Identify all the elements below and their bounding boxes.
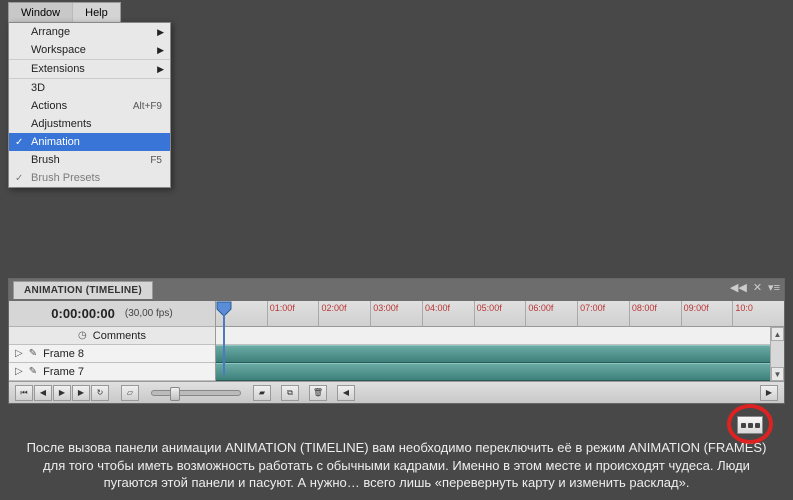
expand-icon[interactable]: ▷ xyxy=(15,366,23,377)
fps-label: (30,00 fps) xyxy=(125,308,173,319)
timeline-ruler[interactable]: 01:00f 02:00f 03:00f 04:00f 05:00f 06:00… xyxy=(216,301,784,327)
stopwatch-icon: ◷ xyxy=(78,330,87,341)
chevron-right-icon: ▶ xyxy=(157,27,164,38)
scroll-left-button[interactable]: ◀ xyxy=(337,385,355,401)
zoom-in-button[interactable]: ▰ xyxy=(253,385,271,401)
ruler-tick: 05:00f xyxy=(474,301,526,326)
delete-button[interactable]: 🗑 xyxy=(309,385,327,401)
check-icon: ✓ xyxy=(15,173,23,184)
track-row[interactable] xyxy=(216,345,784,363)
expand-icon[interactable]: ▷ xyxy=(15,348,23,359)
comments-track[interactable] xyxy=(216,327,784,345)
menu-window[interactable]: Window xyxy=(9,3,73,23)
menu-brush-presets[interactable]: ✓Brush Presets xyxy=(9,169,170,187)
zoom-slider[interactable] xyxy=(151,390,241,396)
menu-adjustments[interactable]: Adjustments xyxy=(9,115,170,133)
ruler-tick: 10:0 xyxy=(732,301,784,326)
menubar: Window Help xyxy=(8,2,121,24)
brush-icon: ✎ xyxy=(29,366,37,377)
ruler-tick: 03:00f xyxy=(370,301,422,326)
track-header[interactable]: ▷ ✎ Frame 8 xyxy=(9,345,215,363)
scroll-right-button[interactable]: ▶ xyxy=(760,385,778,401)
menu-actions[interactable]: ActionsAlt+F9 xyxy=(9,97,170,115)
chevron-right-icon: ▶ xyxy=(157,45,164,56)
menu-help[interactable]: Help xyxy=(73,3,120,23)
panel-menu-icon[interactable]: ▾≡ xyxy=(768,281,780,294)
menu-3d[interactable]: 3D xyxy=(9,79,170,97)
window-dropdown: Arrange▶ Workspace▶ Extensions▶ 3D Actio… xyxy=(8,22,171,188)
prev-frame-button[interactable]: ◀ xyxy=(34,385,52,401)
comments-track-header[interactable]: ◷ Comments xyxy=(9,327,215,345)
track-header[interactable]: ▷ ✎ Frame 7 xyxy=(9,363,215,381)
onion-skin-button[interactable]: ⧉ xyxy=(281,385,299,401)
ruler-tick: 01:00f xyxy=(267,301,319,326)
brush-icon: ✎ xyxy=(29,348,37,359)
menu-animation[interactable]: ✓Animation xyxy=(9,133,170,151)
menu-brush[interactable]: BrushF5 xyxy=(9,151,170,169)
ruler-tick: 07:00f xyxy=(577,301,629,326)
convert-to-frames-button[interactable] xyxy=(737,416,763,434)
tab-animation-timeline[interactable]: ANIMATION (TIMELINE) xyxy=(13,281,153,299)
ruler-tick: 06:00f xyxy=(525,301,577,326)
timeline-info: 0:00:00:00 (30,00 fps) xyxy=(9,301,215,327)
zoom-out-button[interactable]: ▱ xyxy=(121,385,139,401)
panel-tabs: ANIMATION (TIMELINE) ◀◀ ✕ ▾≡ xyxy=(9,279,784,301)
menu-extensions[interactable]: Extensions▶ xyxy=(9,60,170,79)
rewind-button[interactable]: ⏮ xyxy=(15,385,33,401)
scroll-down-icon[interactable]: ▼ xyxy=(771,367,784,381)
panel-collapse-icon[interactable]: ◀◀ xyxy=(730,281,747,294)
ruler-tick: 04:00f xyxy=(422,301,474,326)
timecode: 0:00:00:00 xyxy=(51,306,115,321)
playhead[interactable] xyxy=(216,301,232,317)
check-icon: ✓ xyxy=(15,137,23,148)
panel-close-icon[interactable]: ✕ xyxy=(753,281,762,294)
play-button[interactable]: ▶ xyxy=(53,385,71,401)
chevron-right-icon: ▶ xyxy=(157,64,164,75)
ruler-tick: 02:00f xyxy=(318,301,370,326)
timeline-bottom-bar: ⏮ ◀ ▶ ▶ ↻ ▱ ▰ ⧉ 🗑 ◀ ▶ xyxy=(9,381,784,403)
loop-button[interactable]: ↻ xyxy=(91,385,109,401)
scroll-up-icon[interactable]: ▲ xyxy=(771,327,784,341)
ruler-tick: 09:00f xyxy=(681,301,733,326)
vertical-scrollbar[interactable]: ▲ ▼ xyxy=(770,327,784,381)
ruler-tick: 08:00f xyxy=(629,301,681,326)
menu-workspace[interactable]: Workspace▶ xyxy=(9,41,170,60)
menu-arrange[interactable]: Arrange▶ xyxy=(9,23,170,41)
caption-text: После вызова панели анимации ANIMATION (… xyxy=(20,439,773,492)
track-row[interactable] xyxy=(216,363,784,381)
animation-panel: ANIMATION (TIMELINE) ◀◀ ✕ ▾≡ 0:00:00:00 … xyxy=(8,278,785,404)
next-frame-button[interactable]: ▶ xyxy=(72,385,90,401)
